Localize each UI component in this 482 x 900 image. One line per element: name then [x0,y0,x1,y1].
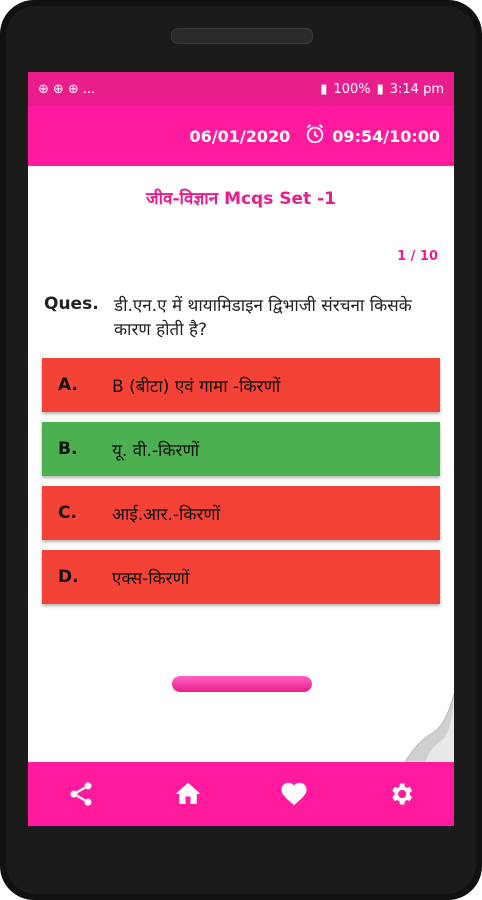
question: Ques. डी.एन.ए में थायामिडाइन द्विभाजी सं… [28,294,454,342]
quiz-header: 06/01/2020 09:54/10:00 [28,106,454,166]
share-button[interactable] [61,774,101,814]
option-letter: A. [58,375,78,395]
option-text: यू. वी.-किरणों [112,440,200,461]
option-text: आई.आर.-किरणों [112,504,221,525]
favorite-icon [281,782,307,806]
notification-icon: ⊕ [38,81,49,97]
page-curl-icon[interactable] [394,694,454,764]
option-c[interactable]: C. आई.आर.-किरणों [42,486,440,540]
status-time: 3:14 pm [389,81,444,97]
home-icon [175,782,201,804]
battery-icon: ▮ [376,81,384,97]
favorite-button[interactable] [274,774,314,814]
home-button[interactable] [168,774,208,814]
status-bar: ⊕ ⊕ ⊕ ... ▮ 100% ▮ 3:14 pm [28,72,454,106]
options-list: A. B (बीटा) एवं गामा -किरणों B. यू. वी.-… [28,358,454,604]
option-letter: B. [58,439,78,459]
option-letter: C. [58,503,77,523]
app-screen: ⊕ ⊕ ⊕ ... ▮ 100% ▮ 3:14 pm 06/01/2020 09… [28,72,454,826]
next-pill[interactable] [172,676,312,692]
speaker-grille [171,28,313,44]
timer-text: 09:54/10:00 [332,126,440,146]
battery-level: 100% [333,81,371,97]
phone-frame: ⊕ ⊕ ⊕ ... ▮ 100% ▮ 3:14 pm 06/01/2020 09… [0,0,482,900]
status-right: ▮ 100% ▮ 3:14 pm [320,82,444,97]
option-text: B (बीटा) एवं गामा -किरणों [112,376,281,397]
option-b[interactable]: B. यू. वी.-किरणों [42,422,440,476]
status-left: ⊕ ⊕ ⊕ ... [38,82,95,97]
timer: 09:54/10:00 [304,123,440,149]
status-more: ... [82,81,96,97]
option-d[interactable]: D. एक्स-किरणों [42,550,440,604]
question-counter: 1 / 10 [397,249,438,264]
notification-icon: ⊕ [67,81,79,97]
option-letter: D. [58,567,79,587]
bottom-nav [28,762,454,826]
notification-icon: ⊕ [52,81,64,97]
question-text: डी.एन.ए में थायामिडाइन द्विभाजी संरचना क… [114,296,412,340]
settings-icon [392,783,412,805]
quiz-date: 06/01/2020 [189,126,291,146]
question-label: Ques. [44,294,99,314]
quiz-title: जीव-विज्ञान Mcqs Set -1 [146,189,336,209]
alarm-clock-icon [304,123,326,149]
share-icon [70,782,92,806]
option-a[interactable]: A. B (बीटा) एवं गामा -किरणों [42,358,440,412]
settings-button[interactable] [381,774,421,814]
option-text: एक्स-किरणों [112,568,190,589]
signal-icon: ▮ [320,81,328,97]
